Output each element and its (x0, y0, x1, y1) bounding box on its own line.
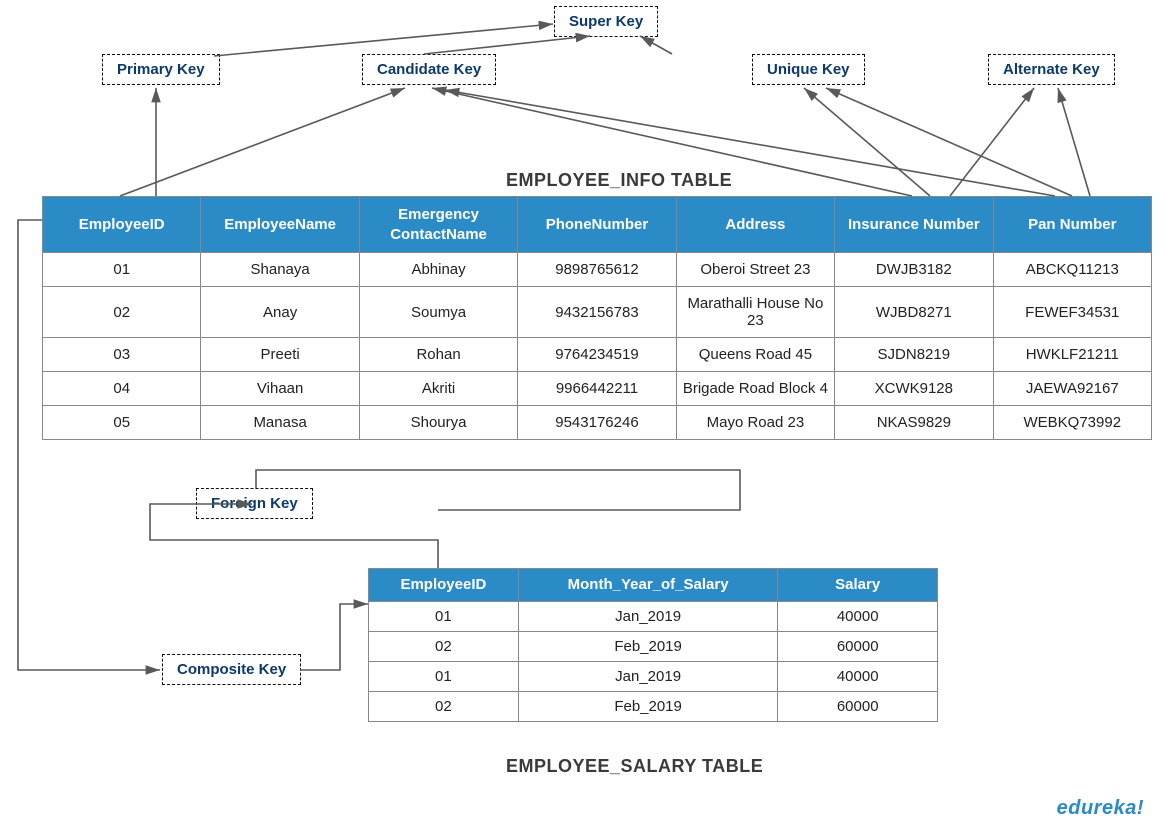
table-row: 02 Feb_2019 60000 (369, 631, 938, 661)
brand-text: edureka! (1057, 797, 1144, 820)
cell: 05 (43, 406, 201, 440)
employee-salary-table: EmployeeID Month_Year_of_Salary Salary 0… (368, 568, 938, 722)
cell: 02 (369, 631, 519, 661)
keybox-alternate: Alternate Key (988, 54, 1115, 85)
cell: Feb_2019 (518, 691, 778, 721)
arrow-insnum-to-alternate (950, 88, 1034, 196)
cell: 01 (369, 601, 519, 631)
arrow-pan-to-unique (826, 88, 1072, 196)
cell: DWJB3182 (835, 253, 993, 287)
cell: NKAS9829 (835, 406, 993, 440)
keybox-candidate: Candidate Key (362, 54, 496, 85)
cell: Brigade Road Block 4 (676, 372, 834, 406)
cell: XCWK9128 (835, 372, 993, 406)
cell: 9898765612 (518, 253, 676, 287)
table-row: 02 Anay Soumya 9432156783 Marathalli Hou… (43, 287, 1152, 338)
t2-h2: Salary (778, 569, 938, 602)
table-row: 01 Shanaya Abhinay 9898765612 Oberoi Str… (43, 253, 1152, 287)
employee-info-table: EmployeeID EmployeeName Emergency Contac… (42, 196, 1152, 440)
t1-h6: Pan Number (993, 197, 1151, 253)
cell: 02 (43, 287, 201, 338)
cell: Mayo Road 23 (676, 406, 834, 440)
table-row: 05 Manasa Shourya 9543176246 Mayo Road 2… (43, 406, 1152, 440)
cell: Jan_2019 (518, 661, 778, 691)
cell: HWKLF21211 (993, 338, 1151, 372)
cell: Rohan (359, 338, 517, 372)
t2-h1: Month_Year_of_Salary (518, 569, 778, 602)
cell: 01 (369, 661, 519, 691)
cell: Anay (201, 287, 359, 338)
cell: Queens Road 45 (676, 338, 834, 372)
cell: 60000 (778, 691, 938, 721)
t1-h2: Emergency ContactName (359, 197, 517, 253)
cell: 9432156783 (518, 287, 676, 338)
cell: Marathalli House No 23 (676, 287, 834, 338)
arrow-pan-to-alternate (1058, 88, 1090, 196)
arrow-insnum-to-unique (804, 88, 930, 196)
table-row: 02 Feb_2019 60000 (369, 691, 938, 721)
cell: 40000 (778, 601, 938, 631)
cell: 03 (43, 338, 201, 372)
t1-h1: EmployeeName (201, 197, 359, 253)
cell: 9966442211 (518, 372, 676, 406)
cell: 60000 (778, 631, 938, 661)
keybox-unique: Unique Key (752, 54, 865, 85)
keybox-primary: Primary Key (102, 54, 220, 85)
cell: 01 (43, 253, 201, 287)
table-row: 01 Jan_2019 40000 (369, 661, 938, 691)
cell: Shanaya (201, 253, 359, 287)
cell: Soumya (359, 287, 517, 338)
cell: WJBD8271 (835, 287, 993, 338)
cell: 9543176246 (518, 406, 676, 440)
table-row: 04 Vihaan Akriti 9966442211 Brigade Road… (43, 372, 1152, 406)
cell: 04 (43, 372, 201, 406)
cell: Akriti (359, 372, 517, 406)
cell: Shourya (359, 406, 517, 440)
table-row: 03 Preeti Rohan 9764234519 Queens Road 4… (43, 338, 1152, 372)
arrow-candidate-to-super (424, 36, 590, 54)
cell: Oberoi Street 23 (676, 253, 834, 287)
arrow-primary-to-super (214, 24, 553, 56)
cell: 40000 (778, 661, 938, 691)
cell: Abhinay (359, 253, 517, 287)
t2-h0: EmployeeID (369, 569, 519, 602)
arrow-composite-to-t2 (300, 604, 368, 670)
cell: Feb_2019 (518, 631, 778, 661)
arrow-unique-to-super (640, 36, 672, 54)
cell: Vihaan (201, 372, 359, 406)
t1-h5: Insurance Number (835, 197, 993, 253)
keybox-super: Super Key (554, 6, 658, 37)
cell: SJDN8219 (835, 338, 993, 372)
cell: ABCKQ11213 (993, 253, 1151, 287)
cell: 9764234519 (518, 338, 676, 372)
cell: FEWEF34531 (993, 287, 1151, 338)
t1-h0: EmployeeID (43, 197, 201, 253)
connector-foreign-bridge (256, 470, 740, 510)
cell: Jan_2019 (518, 601, 778, 631)
t1-h3: PhoneNumber (518, 197, 676, 253)
cell: Preeti (201, 338, 359, 372)
keybox-composite: Composite Key (162, 654, 301, 685)
cell: 02 (369, 691, 519, 721)
arrow-empid-to-candidate (120, 88, 405, 196)
cell: Manasa (201, 406, 359, 440)
table2-title: EMPLOYEE_SALARY TABLE (506, 756, 763, 777)
table1-title: EMPLOYEE_INFO TABLE (506, 170, 732, 191)
keybox-foreign: Foreign Key (196, 488, 313, 519)
t1-h4: Address (676, 197, 834, 253)
cell: WEBKQ73992 (993, 406, 1151, 440)
cell: JAEWA92167 (993, 372, 1151, 406)
table-row: 01 Jan_2019 40000 (369, 601, 938, 631)
